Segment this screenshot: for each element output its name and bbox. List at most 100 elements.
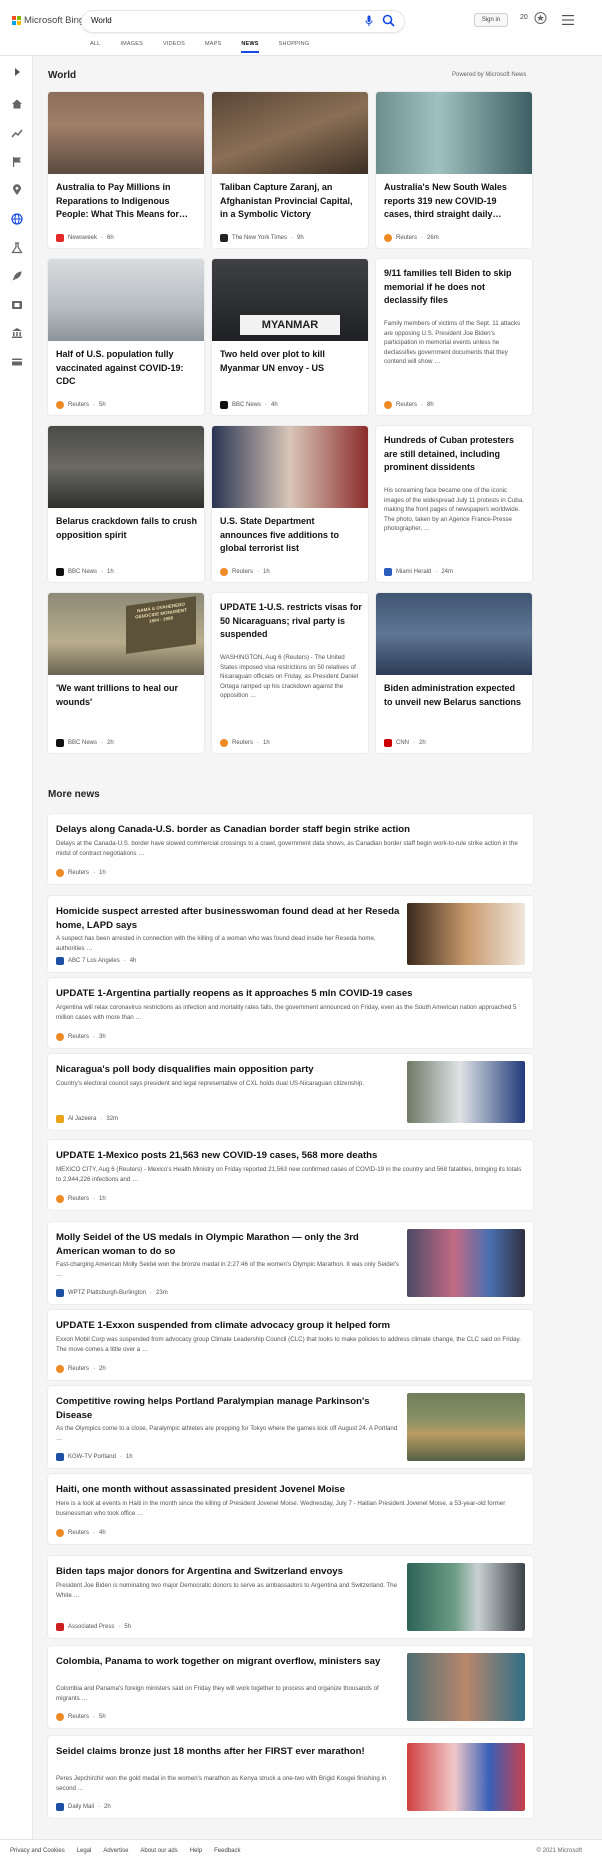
news-item-thumbnail[interactable] (407, 1061, 525, 1123)
footer-link-privacy-and-cookies[interactable]: Privacy and Cookies (10, 1848, 65, 1854)
news-list-item[interactable]: Haiti, one month without assassinated pr… (48, 1474, 533, 1544)
news-item-title[interactable]: UPDATE 1-Exxon suspended from climate ad… (56, 1319, 526, 1333)
news-card-source[interactable]: CNN · 2h (384, 739, 426, 747)
news-card[interactable]: Hundreds of Cuban protesters are still d… (376, 426, 532, 582)
news-card-source[interactable]: BBC News · 2h (56, 739, 114, 747)
film-icon[interactable] (11, 299, 23, 311)
news-list-item[interactable]: Competitive rowing helps Portland Paraly… (48, 1386, 533, 1468)
news-item-source[interactable]: ABC 7 Los Angeles · 4h (56, 957, 136, 965)
news-card-image[interactable] (376, 92, 532, 174)
news-item-thumbnail[interactable] (407, 1653, 525, 1721)
sign-in-button[interactable]: Sign in (474, 13, 508, 27)
news-item-thumbnail[interactable] (407, 1743, 525, 1811)
news-card-title[interactable]: UPDATE 1-U.S. restricts visas for 50 Nic… (220, 601, 362, 642)
news-list-item[interactable]: Nicaragua's poll body disqualifies main … (48, 1054, 533, 1130)
location-pin-icon[interactable] (11, 184, 23, 196)
news-card-title[interactable]: Biden administration expected to unveil … (384, 682, 526, 709)
tab-all[interactable]: ALL (90, 41, 100, 53)
news-card-title[interactable]: Belarus crackdown fails to crush opposit… (56, 515, 198, 542)
globe-icon[interactable] (11, 213, 23, 225)
tab-shopping[interactable]: SHOPPING (279, 41, 310, 53)
news-card[interactable]: U.S. State Department announces five add… (212, 426, 368, 582)
trending-icon[interactable] (11, 127, 23, 139)
menu-icon[interactable] (562, 15, 574, 25)
powered-by[interactable]: Powered by Microsoft News (452, 72, 526, 78)
news-item-source[interactable]: KGW-TV Portland · 1h (56, 1453, 133, 1461)
news-item-title[interactable]: Homicide suspect arrested after business… (56, 905, 401, 932)
news-list-item[interactable]: Molly Seidel of the US medals in Olympic… (48, 1222, 533, 1304)
news-card-title[interactable]: Half of U.S. population fully vaccinated… (56, 348, 198, 389)
news-card[interactable]: Australia to Pay Millions in Reparations… (48, 92, 204, 248)
news-card-title[interactable]: Taliban Capture Zaranj, an Afghanistan P… (220, 181, 362, 222)
news-card[interactable]: Half of U.S. population fully vaccinated… (48, 259, 204, 415)
news-item-thumbnail[interactable] (407, 903, 525, 965)
tab-maps[interactable]: MAPS (205, 41, 221, 53)
footer-link-advertise[interactable]: Advertise (103, 1848, 128, 1854)
news-card-title[interactable]: Australia to Pay Millions in Reparations… (56, 181, 198, 222)
news-card-source[interactable]: BBC News · 4h (220, 401, 278, 409)
news-list-item[interactable]: UPDATE 1-Argentina partially reopens as … (48, 978, 533, 1048)
news-card-source[interactable]: The New York Times · 9h (220, 234, 304, 242)
news-card-title[interactable]: 'We want trillions to heal our wounds' (56, 682, 198, 709)
news-card[interactable]: MYANMAR Two held over plot to kill Myanma… (212, 259, 368, 415)
chevron-right-icon[interactable] (11, 66, 23, 78)
news-card-image[interactable]: NAMA & OVAHERERO GENOCIDE MONUMENT 1904 - … (48, 593, 204, 675)
search-box[interactable]: World (82, 11, 404, 32)
rewards-medal-icon[interactable] (534, 11, 547, 25)
news-card-source[interactable]: Newsweek · 6h (56, 234, 114, 242)
search-icon[interactable] (382, 14, 395, 27)
microphone-icon[interactable] (365, 15, 373, 27)
news-item-title[interactable]: Competitive rowing helps Portland Paraly… (56, 1395, 401, 1422)
science-icon[interactable] (11, 242, 23, 254)
news-item-title[interactable]: Colombia, Panama to work together on mig… (56, 1655, 401, 1669)
news-item-source[interactable]: Daily Mail · 2h (56, 1803, 111, 1811)
news-item-source[interactable]: Reuters · 2h (56, 1365, 106, 1373)
rocket-icon[interactable] (11, 270, 23, 282)
news-item-title[interactable]: Delays along Canada-U.S. border as Canad… (56, 823, 526, 837)
news-card-title[interactable]: Two held over plot to kill Myanmar UN en… (220, 348, 362, 375)
news-item-title[interactable]: UPDATE 1-Mexico posts 21,563 new COVID-1… (56, 1149, 526, 1163)
news-item-thumbnail[interactable] (407, 1563, 525, 1631)
news-card-source[interactable]: Reuters · 26m (384, 234, 439, 242)
news-item-title[interactable]: Molly Seidel of the US medals in Olympic… (56, 1231, 401, 1258)
news-list-item[interactable]: Seidel claims bronze just 18 months afte… (48, 1736, 533, 1818)
news-item-source[interactable]: Reuters · 5h (56, 1713, 106, 1721)
news-card[interactable]: UPDATE 1-U.S. restricts visas for 50 Nic… (212, 593, 368, 753)
tab-news[interactable]: NEWS (241, 41, 259, 53)
footer-link-legal[interactable]: Legal (77, 1848, 92, 1854)
news-card-source[interactable]: BBC News · 1h (56, 568, 114, 576)
news-card[interactable]: 9/11 families tell Biden to skip memoria… (376, 259, 532, 415)
rewards-count[interactable]: 20 (520, 14, 528, 21)
flag-icon[interactable] (11, 156, 23, 168)
news-list-item[interactable]: Homicide suspect arrested after business… (48, 896, 533, 972)
news-card[interactable]: NAMA & OVAHERERO GENOCIDE MONUMENT 1904 - … (48, 593, 204, 753)
footer-link-help[interactable]: Help (190, 1848, 202, 1854)
news-item-title[interactable]: UPDATE 1-Argentina partially reopens as … (56, 987, 526, 1001)
news-item-title[interactable]: Seidel claims bronze just 18 months afte… (56, 1745, 401, 1759)
news-card-image[interactable] (48, 426, 204, 508)
news-item-source[interactable]: Reuters · 4h (56, 1529, 106, 1537)
news-item-title[interactable]: Haiti, one month without assassinated pr… (56, 1483, 526, 1497)
news-item-source[interactable]: Associated Press · 5h (56, 1623, 131, 1631)
news-card-image[interactable] (376, 593, 532, 675)
news-card-source[interactable]: Miami Herald · 24m (384, 568, 453, 576)
news-list-item[interactable]: Delays along Canada-U.S. border as Canad… (48, 814, 533, 884)
news-item-thumbnail[interactable] (407, 1393, 525, 1461)
tab-videos[interactable]: VIDEOS (163, 41, 185, 53)
news-card-source[interactable]: Reuters · 1h (220, 739, 270, 747)
search-input[interactable]: World (91, 16, 112, 25)
news-item-source[interactable]: Al Jazeera · 32m (56, 1115, 118, 1123)
bing-logo[interactable]: Microsoft Bing (12, 15, 84, 26)
news-card-title[interactable]: Hundreds of Cuban protesters are still d… (384, 434, 526, 475)
news-card-source[interactable]: Reuters · 5h (56, 401, 106, 409)
news-card[interactable]: Biden administration expected to unveil … (376, 593, 532, 753)
news-list-item[interactable]: UPDATE 1-Mexico posts 21,563 new COVID-1… (48, 1140, 533, 1210)
bank-icon[interactable] (11, 327, 23, 339)
news-card-image[interactable] (212, 426, 368, 508)
news-card-source[interactable]: Reuters · 1h (220, 568, 270, 576)
news-card-title[interactable]: 9/11 families tell Biden to skip memoria… (384, 267, 526, 308)
news-card-title[interactable]: U.S. State Department announces five add… (220, 515, 362, 556)
news-item-title[interactable]: Nicaragua's poll body disqualifies main … (56, 1063, 401, 1077)
home-icon[interactable] (11, 98, 23, 110)
card-icon[interactable] (11, 356, 23, 368)
